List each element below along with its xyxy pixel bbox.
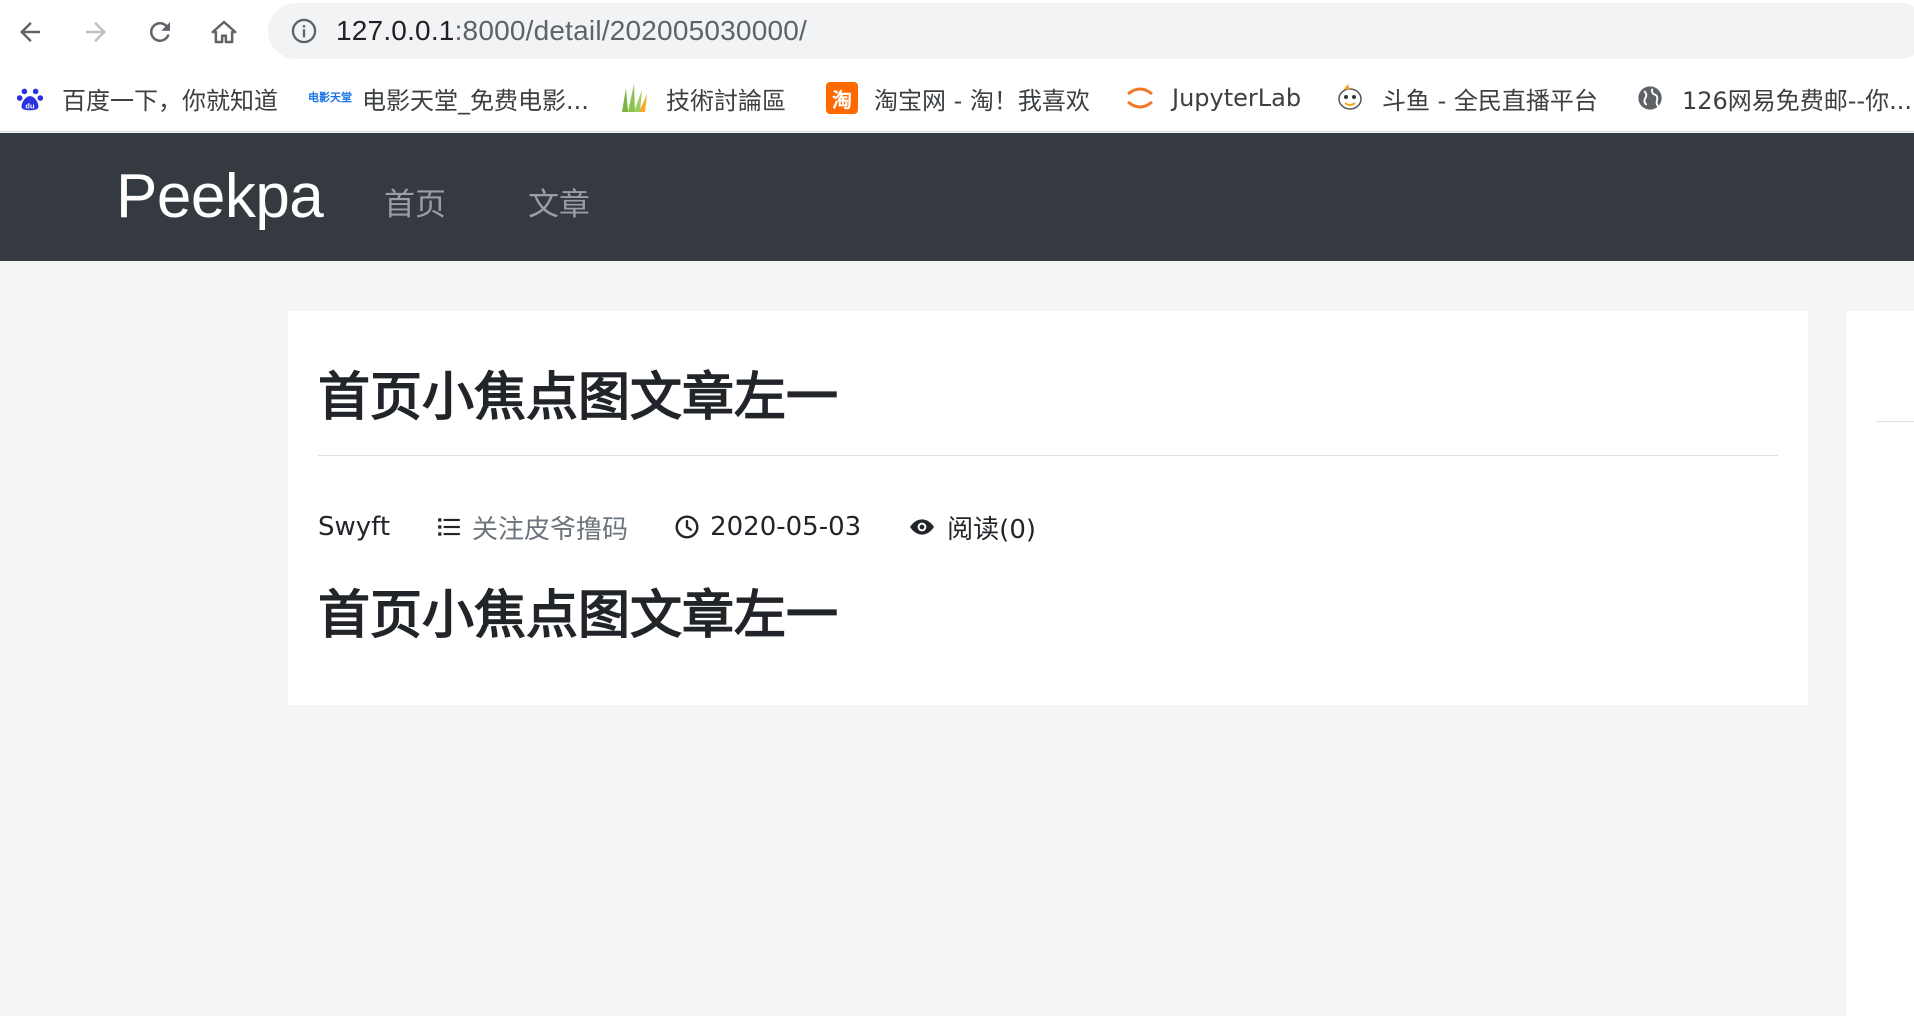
- article-date-label: 2020-05-03: [710, 512, 862, 542]
- forward-button[interactable]: [76, 12, 116, 52]
- article-card: 首页小焦点图文章左一 Swyft 关注皮爷撸码 2020-05-03 阅读(0)…: [288, 311, 1808, 705]
- grass-icon: [618, 82, 650, 114]
- bookmark-jupyterlab[interactable]: JupyterLab: [1124, 78, 1301, 118]
- clock-icon: [675, 515, 699, 539]
- reload-icon: [149, 21, 170, 42]
- article-views-label: 阅读(0): [947, 514, 1037, 545]
- sidebar-title-fragment: 『: [1898, 357, 1914, 401]
- home-icon: [211, 20, 237, 44]
- bookmarks-bar: du 百度一下，你就知道 电影天堂 电影天堂_免费电影... 技術討論區 淘 淘…: [0, 64, 1914, 132]
- eye-icon: [910, 519, 935, 535]
- douyu-icon: [1334, 82, 1366, 114]
- info-icon[interactable]: [288, 15, 320, 47]
- bookmark-douyu[interactable]: 斗鱼 - 全民直播平台: [1334, 78, 1598, 118]
- article-author: Swyft: [318, 512, 391, 542]
- bookmark-baidu[interactable]: du 百度一下，你就知道: [14, 78, 278, 118]
- jupyter-icon: [1124, 82, 1156, 114]
- address-bar[interactable]: 127.0.0.1:8000/detail/202005030000/: [268, 3, 1914, 59]
- site-navbar: Peekpa 首页 文章: [0, 133, 1914, 261]
- site-brand[interactable]: Peekpa: [116, 161, 324, 232]
- bookmark-taobao[interactable]: 淘 淘宝网 - 淘！我喜欢: [826, 78, 1090, 118]
- reload-button[interactable]: [140, 12, 180, 52]
- list-icon: [438, 518, 460, 536]
- bookmark-126-mail[interactable]: 126网易免费邮--你...: [1634, 78, 1912, 118]
- svg-text:du: du: [25, 101, 35, 110]
- nav-link-home[interactable]: 首页: [384, 179, 446, 224]
- bookmark-tech-forum[interactable]: 技術討論區: [618, 78, 786, 118]
- article-meta: Swyft 关注皮爷撸码 2020-05-03 阅读(0): [318, 507, 1082, 547]
- url-text[interactable]: 127.0.0.1:8000/detail/202005030000/: [336, 15, 807, 47]
- browser-toolbar: 127.0.0.1:8000/detail/202005030000/: [0, 0, 1914, 64]
- arrow-right-icon: [86, 22, 106, 42]
- dytt-icon: 电影天堂: [308, 91, 352, 104]
- home-button[interactable]: [204, 12, 244, 52]
- bookmark-dytt[interactable]: 电影天堂 电影天堂_免费电影...: [308, 78, 589, 118]
- sidebar-card: 『: [1846, 311, 1914, 1016]
- title-divider: [318, 455, 1778, 456]
- article-views: 阅读(0): [907, 509, 1036, 546]
- article-category-label: 关注皮爷撸码: [472, 514, 629, 545]
- back-button[interactable]: [10, 12, 50, 52]
- nav-link-articles[interactable]: 文章: [528, 179, 590, 224]
- arrow-left-icon: [20, 22, 40, 42]
- baidu-paw-icon: du: [14, 82, 46, 114]
- article-body-heading: 首页小焦点图文章左一: [318, 586, 839, 646]
- article-category[interactable]: 关注皮爷撸码: [436, 509, 628, 546]
- sidebar-divider: [1876, 421, 1914, 422]
- article-title: 首页小焦点图文章左一: [318, 368, 839, 428]
- globe-icon: [1634, 82, 1666, 114]
- taobao-icon: 淘: [826, 82, 858, 114]
- article-date: 2020-05-03: [674, 512, 861, 542]
